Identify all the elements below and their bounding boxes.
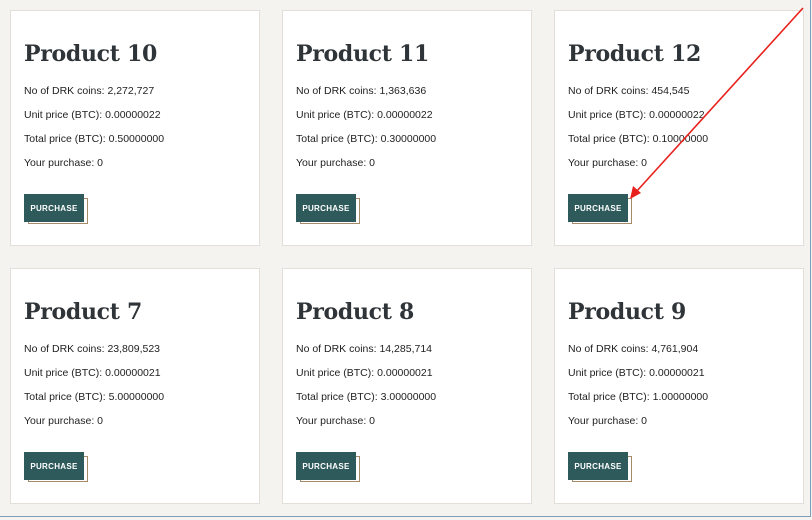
your-purchase-value: 0 [97,157,104,169]
unit-price-value: 0.00000021 [105,367,161,379]
your-purchase-label: Your purchase: [24,157,98,169]
total-price-value: 0.10000000 [652,133,709,145]
purchase-button[interactable]: PURCHASE [568,194,628,222]
product-card-11: Product 11 No of DRK coins: 1,363,636 Un… [282,10,532,246]
your-purchase-row: Your purchase: 0 [24,157,103,169]
unit-price-row: Unit price (BTC): 0.00000021 [568,367,705,379]
total-price-row: Total price (BTC): 0.30000000 [296,133,436,145]
unit-price-value: 0.00000022 [377,109,433,121]
product-title: Product 10 [24,41,158,67]
product-card-10: Product 10 No of DRK coins: 2,272,727 Un… [10,10,260,246]
unit-price-row: Unit price (BTC): 0.00000022 [24,109,161,121]
coins-label: No of DRK coins: [568,343,652,355]
unit-price-value: 0.00000022 [649,109,705,121]
unit-price-label: Unit price (BTC): [24,367,106,379]
purchase-button-wrap: PURCHASE [568,194,634,226]
your-purchase-value: 0 [369,157,376,169]
coins-label: No of DRK coins: [24,343,108,355]
product-card-12: Product 12 No of DRK coins: 454,545 Unit… [554,10,804,246]
total-price-row: Total price (BTC): 0.50000000 [24,133,164,145]
total-price-value: 1.00000000 [652,391,709,403]
total-price-row: Total price (BTC): 0.10000000 [568,133,708,145]
unit-price-label: Unit price (BTC): [296,109,378,121]
product-card-8: Product 8 No of DRK coins: 14,285,714 Un… [282,268,532,504]
coins-row: No of DRK coins: 2,272,727 [24,85,154,97]
your-purchase-label: Your purchase: [296,157,370,169]
unit-price-row: Unit price (BTC): 0.00000021 [24,367,161,379]
unit-price-label: Unit price (BTC): [568,109,650,121]
unit-price-row: Unit price (BTC): 0.00000022 [296,109,433,121]
unit-price-value: 0.00000022 [105,109,161,121]
unit-price-value: 0.00000021 [649,367,705,379]
your-purchase-row: Your purchase: 0 [296,157,375,169]
your-purchase-label: Your purchase: [296,415,370,427]
your-purchase-value: 0 [641,157,648,169]
unit-price-row: Unit price (BTC): 0.00000022 [568,109,705,121]
unit-price-label: Unit price (BTC): [24,109,106,121]
coins-label: No of DRK coins: [24,85,108,97]
your-purchase-label: Your purchase: [568,415,642,427]
your-purchase-row: Your purchase: 0 [296,415,375,427]
coins-label: No of DRK coins: [296,85,380,97]
unit-price-label: Unit price (BTC): [568,367,650,379]
product-title: Product 7 [24,299,143,325]
purchase-button-wrap: PURCHASE [568,452,634,484]
total-price-row: Total price (BTC): 1.00000000 [568,391,708,403]
your-purchase-row: Your purchase: 0 [568,157,647,169]
product-title: Product 9 [568,299,687,325]
unit-price-row: Unit price (BTC): 0.00000021 [296,367,433,379]
purchase-button[interactable]: PURCHASE [24,194,84,222]
purchase-button[interactable]: PURCHASE [568,452,628,480]
product-card-9: Product 9 No of DRK coins: 4,761,904 Uni… [554,268,804,504]
total-price-label: Total price (BTC): [568,391,653,403]
your-purchase-value: 0 [369,415,376,427]
your-purchase-value: 0 [641,415,648,427]
coins-label: No of DRK coins: [568,85,652,97]
coins-value: 14,285,714 [379,343,433,355]
coins-value: 1,363,636 [379,85,427,97]
total-price-label: Total price (BTC): [296,133,381,145]
purchase-button[interactable]: PURCHASE [296,194,356,222]
coins-row: No of DRK coins: 1,363,636 [296,85,426,97]
purchase-button[interactable]: PURCHASE [24,452,84,480]
purchase-button-wrap: PURCHASE [296,194,362,226]
your-purchase-label: Your purchase: [568,157,642,169]
product-title: Product 8 [296,299,415,325]
product-card-7: Product 7 No of DRK coins: 23,809,523 Un… [10,268,260,504]
coins-row: No of DRK coins: 4,761,904 [568,343,698,355]
total-price-label: Total price (BTC): [24,391,109,403]
your-purchase-value: 0 [97,415,104,427]
coins-value: 454,545 [651,85,690,97]
total-price-value: 5.00000000 [108,391,165,403]
purchase-button-wrap: PURCHASE [24,452,90,484]
coins-row: No of DRK coins: 14,285,714 [296,343,432,355]
product-title: Product 11 [296,41,430,67]
total-price-value: 0.50000000 [108,133,165,145]
total-price-row: Total price (BTC): 3.00000000 [296,391,436,403]
total-price-value: 0.30000000 [380,133,437,145]
coins-value: 4,761,904 [651,343,699,355]
unit-price-value: 0.00000021 [377,367,433,379]
purchase-button-wrap: PURCHASE [296,452,362,484]
purchase-button-wrap: PURCHASE [24,194,90,226]
coins-value: 23,809,523 [107,343,161,355]
purchase-button[interactable]: PURCHASE [296,452,356,480]
coins-value: 2,272,727 [107,85,155,97]
total-price-value: 3.00000000 [380,391,437,403]
total-price-label: Total price (BTC): [24,133,109,145]
product-title: Product 12 [568,41,702,67]
total-price-label: Total price (BTC): [568,133,653,145]
your-purchase-label: Your purchase: [24,415,98,427]
your-purchase-row: Your purchase: 0 [568,415,647,427]
coins-label: No of DRK coins: [296,343,380,355]
coins-row: No of DRK coins: 454,545 [568,85,689,97]
unit-price-label: Unit price (BTC): [296,367,378,379]
total-price-label: Total price (BTC): [296,391,381,403]
your-purchase-row: Your purchase: 0 [24,415,103,427]
coins-row: No of DRK coins: 23,809,523 [24,343,160,355]
total-price-row: Total price (BTC): 5.00000000 [24,391,164,403]
